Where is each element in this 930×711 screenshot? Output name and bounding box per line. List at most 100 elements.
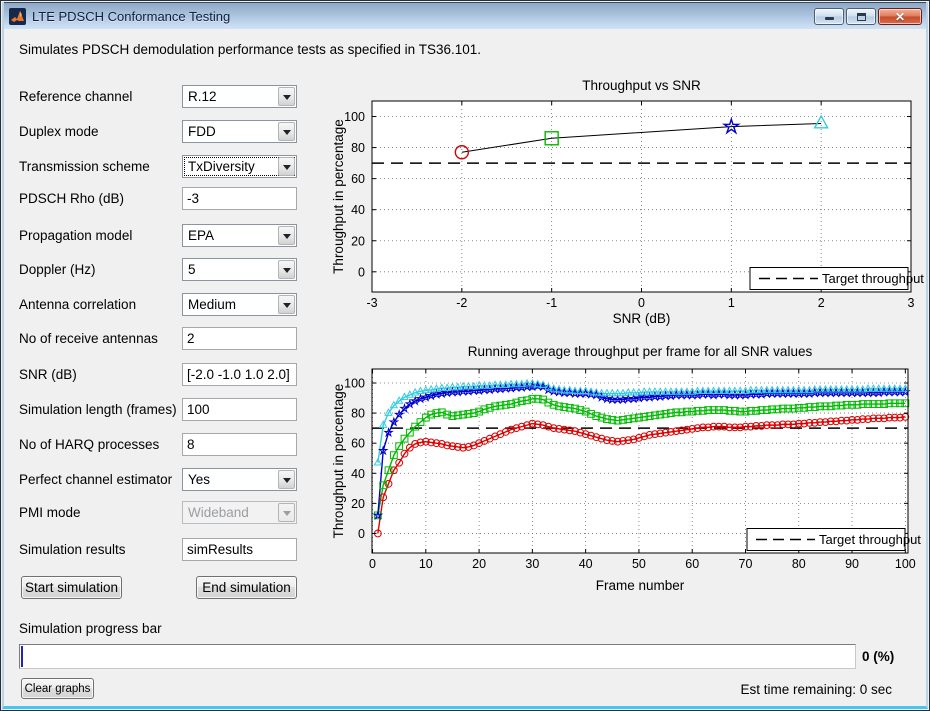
progress-percent-label: 0 (%) (862, 649, 894, 664)
svg-text:40: 40 (351, 467, 365, 481)
doppler-hz-combo[interactable]: 5 (182, 258, 297, 281)
chevron-down-icon (283, 95, 291, 104)
close-icon: ✕ (895, 11, 905, 23)
legend: Target throughput (747, 529, 921, 551)
chevron-down-icon (283, 165, 291, 174)
svg-text:Target throughput: Target throughput (819, 532, 921, 547)
start-simulation-button[interactable]: Start simulation (21, 576, 122, 599)
field-label-pmi-mode: PMI mode (19, 505, 179, 520)
field-label-antenna-correlation: Antenna correlation (19, 297, 179, 312)
combo-dropdown-button[interactable] (278, 122, 295, 141)
svg-text:20: 20 (472, 557, 486, 571)
minimize-icon (825, 17, 834, 20)
minimize-button[interactable] (814, 8, 844, 25)
svg-text:40: 40 (351, 203, 365, 217)
app-description: Simulates PDSCH demodulation performance… (19, 42, 481, 57)
field-label-no-of-harq-processes: No of HARQ processes (19, 437, 179, 452)
combo-dropdown-button[interactable] (278, 87, 295, 106)
clear-graphs-button[interactable]: Clear graphs (21, 678, 94, 699)
svg-text:40: 40 (579, 557, 593, 571)
combo-value: EPA (188, 228, 214, 243)
throughput-vs-snr-chart: -3 -2 -1 0 1 2 3 0 20 40 60 80 100 Throughput vs SNR S… (331, 71, 929, 333)
svg-text:3: 3 (908, 296, 915, 310)
chevron-down-icon (283, 130, 291, 139)
svg-text:100: 100 (895, 557, 916, 571)
snr-db-field[interactable] (182, 363, 297, 386)
duplex-mode-combo[interactable]: FDD (182, 120, 297, 143)
svg-text:1: 1 (728, 296, 735, 310)
chevron-down-icon (283, 511, 291, 520)
field-label-propagation-model: Propagation model (19, 228, 179, 243)
svg-text:Target throughput: Target throughput (822, 271, 924, 286)
window-title: LTE PDSCH Conformance Testing (32, 9, 230, 24)
svg-text:SNR (dB): SNR (dB) (613, 311, 671, 326)
svg-text:Frame number: Frame number (596, 578, 685, 593)
perfect-channel-estimator-combo[interactable]: Yes (182, 468, 297, 491)
no-of-harq-processes-field[interactable] (182, 433, 297, 456)
field-label-pdsch-rho-db: PDSCH Rho (dB) (19, 191, 179, 206)
svg-text:Running average throughput per: Running average throughput per frame for… (468, 344, 813, 359)
svg-text:100: 100 (344, 376, 365, 390)
svg-text:80: 80 (351, 141, 365, 155)
app-window: LTE PDSCH Conformance Testing ✕ Simulate… (0, 0, 930, 711)
progress-bar-label: Simulation progress bar (19, 621, 162, 636)
field-label-duplex-mode: Duplex mode (19, 124, 179, 139)
field-label-transmission-scheme: Transmission scheme (19, 159, 179, 174)
combo-value: Wideband (188, 505, 249, 520)
simulation-progress-bar (19, 644, 856, 669)
transmission-scheme-combo[interactable]: TxDiversity (182, 155, 297, 178)
field-label-perfect-channel-estimator: Perfect channel estimator (19, 472, 179, 487)
pdsch-rho-db-field[interactable] (182, 187, 297, 210)
svg-text:2: 2 (818, 296, 825, 310)
svg-text:90: 90 (845, 557, 859, 571)
combo-dropdown-button[interactable] (278, 470, 295, 489)
chevron-down-icon (283, 303, 291, 312)
combo-dropdown-button (278, 503, 295, 522)
field-label-snr-db: SNR (dB) (19, 367, 179, 382)
propagation-model-combo[interactable]: EPA (182, 224, 297, 247)
svg-text:0: 0 (358, 265, 365, 279)
svg-text:30: 30 (525, 557, 539, 571)
restore-button[interactable] (846, 8, 876, 25)
end-simulation-button[interactable]: End simulation (196, 576, 297, 599)
combo-value: 5 (188, 262, 196, 277)
reference-channel-combo[interactable]: R.12 (182, 85, 297, 108)
combo-value: Medium (188, 297, 236, 312)
field-label-reference-channel: Reference channel (19, 89, 179, 104)
titlebar[interactable]: LTE PDSCH Conformance Testing ✕ (2, 2, 928, 29)
svg-text:Throughput vs SNR: Throughput vs SNR (582, 78, 701, 93)
combo-dropdown-button[interactable] (278, 295, 295, 314)
simulation-results-field[interactable] (182, 538, 297, 561)
combo-dropdown-button[interactable] (278, 226, 295, 245)
field-label-simulation-results: Simulation results (19, 542, 179, 557)
svg-text:60: 60 (685, 557, 699, 571)
field-label-doppler-hz: Doppler (Hz) (19, 262, 179, 277)
combo-value: Yes (188, 472, 210, 487)
svg-text:60: 60 (351, 172, 365, 186)
legend: Target throughput (750, 268, 924, 290)
chevron-down-icon (283, 478, 291, 487)
simulation-length-frames-field[interactable] (182, 398, 297, 421)
combo-dropdown-button[interactable] (278, 260, 295, 279)
svg-text:-1: -1 (546, 296, 557, 310)
matlab-icon (9, 8, 26, 25)
combo-value: FDD (188, 124, 216, 139)
svg-text:100: 100 (344, 110, 365, 124)
combo-value: TxDiversity (188, 159, 255, 174)
chevron-down-icon (283, 234, 291, 243)
no-of-receive-antennas-field[interactable] (182, 327, 297, 350)
svg-text:20: 20 (351, 497, 365, 511)
svg-text:10: 10 (419, 557, 433, 571)
svg-text:-2: -2 (456, 296, 467, 310)
combo-dropdown-button[interactable] (278, 157, 295, 176)
svg-text:Throughput in percentage: Throughput in percentage (331, 119, 346, 274)
svg-text:60: 60 (351, 437, 365, 451)
svg-text:0: 0 (638, 296, 645, 310)
antenna-correlation-combo[interactable]: Medium (182, 293, 297, 316)
svg-text:20: 20 (351, 234, 365, 248)
field-label-no-of-receive-antennas: No of receive antennas (19, 331, 179, 346)
svg-text:-3: -3 (366, 296, 377, 310)
svg-text:80: 80 (792, 557, 806, 571)
close-button[interactable]: ✕ (878, 8, 922, 25)
chevron-down-icon (283, 268, 291, 277)
